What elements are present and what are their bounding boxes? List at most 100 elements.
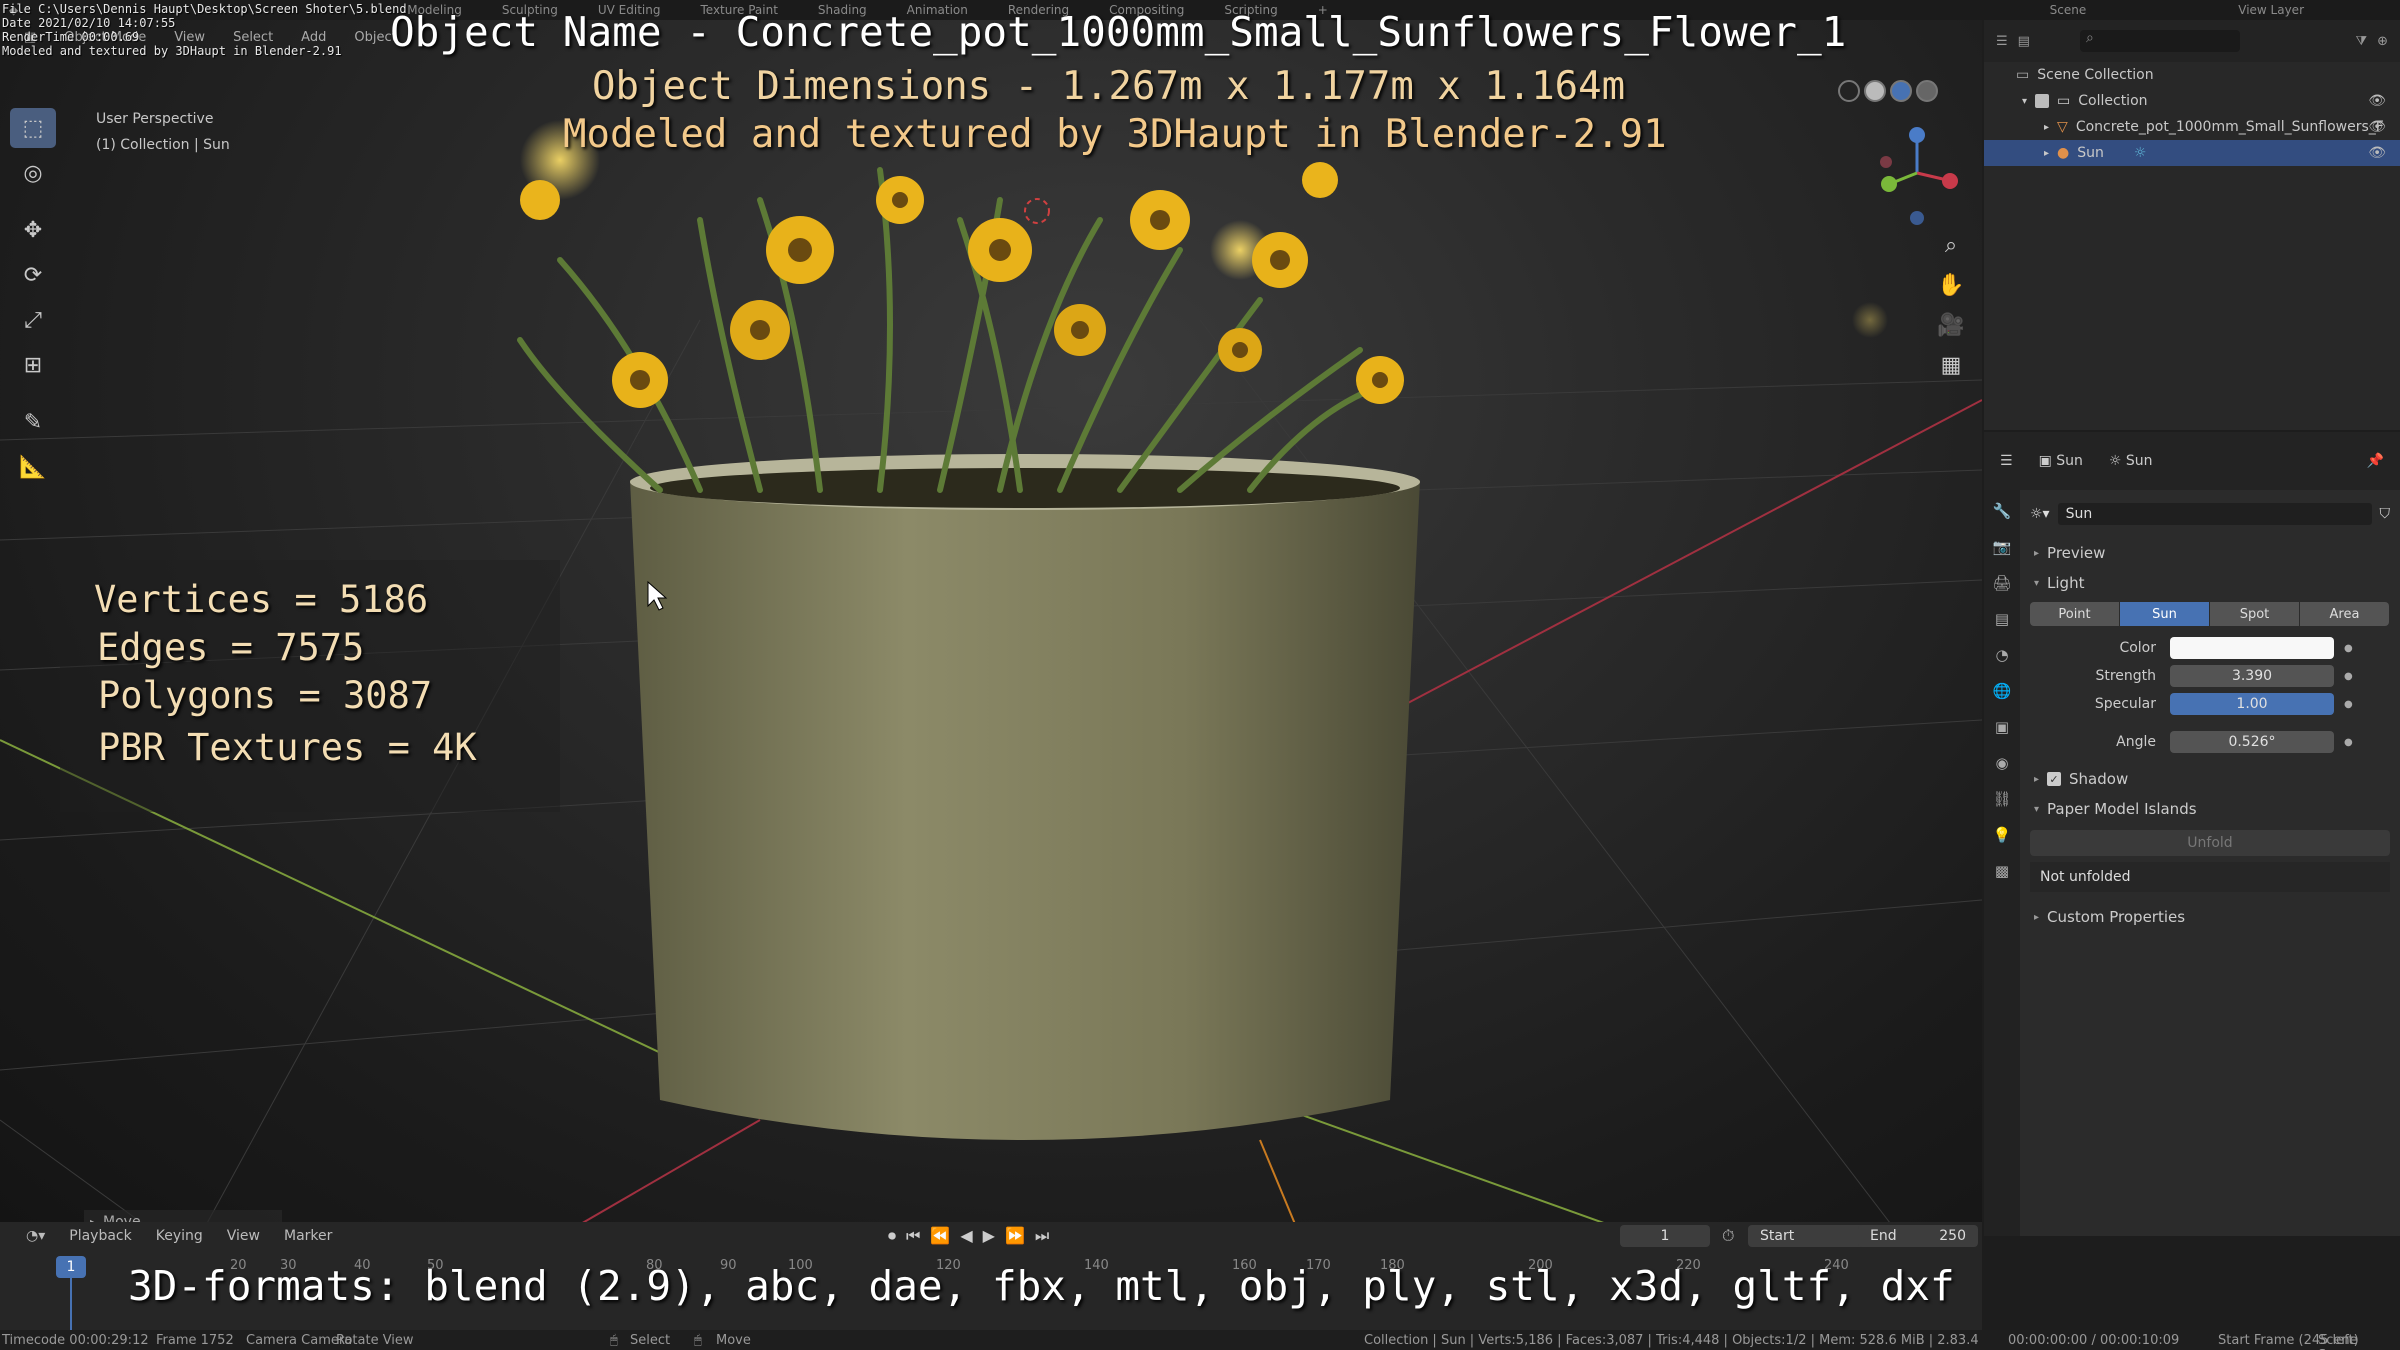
expand-triangle-icon[interactable]: ▸ [2044,148,2049,159]
light-data-tab-icon[interactable]: 💡 [1987,820,2017,850]
textures-stat: PBR Textures = 4K [98,726,477,769]
outliner-editor-icon[interactable]: ☰ [1996,34,2008,49]
scene-tab-icon[interactable]: ◔ [1987,640,2017,670]
exclude-checkbox[interactable] [2035,94,2050,108]
pan-hand-icon[interactable]: ✋ [1934,268,1968,302]
light-type-icon[interactable]: ☼▾ [2030,506,2050,522]
light-type-sun[interactable]: Sun [2120,602,2209,626]
menu-playback[interactable]: Playback [57,1228,143,1244]
visibility-eye-icon[interactable]: 👁 [2368,93,2386,109]
expand-triangle-icon[interactable]: ▸ [2044,122,2049,133]
panel-shadow[interactable]: ▸ ✓ Shadow [2020,764,2400,794]
datablock-name-field[interactable]: Sun [2057,503,2372,525]
playback-controls: ⏺ ⏮ ⏪ ◀ ▶ ⏩ ⏭ [888,1226,1049,1246]
outliner-item-collection[interactable]: ▾ ▭ Collection 👁 [1984,88,2400,114]
properties-header: ☰ ▣ Sun ☼ Sun 📌 [1984,432,2400,490]
visibility-eye-icon[interactable]: 👁 [2368,145,2386,161]
render-tab-icon[interactable]: 📷 [1987,532,2017,562]
fake-user-shield-icon[interactable]: ⛉ [2380,506,2391,522]
keyframe-dot-icon[interactable]: ● [2344,737,2353,748]
specular-slider[interactable]: 1.00 [2170,693,2334,715]
light-object-icon: ● [2057,145,2070,161]
color-swatch[interactable] [2170,637,2334,659]
scene-collection-icon: ▭ [2016,67,2030,83]
stopwatch-icon[interactable]: ⏱ [1722,1226,1734,1246]
outliner-item-pot[interactable]: ▸ ▽ Concrete_pot_1000mm_Small_Sunflowers… [1984,114,2400,140]
light-type-area[interactable]: Area [2300,602,2389,626]
collapse-triangle-icon: ▸ [2034,547,2040,559]
playhead-frame-indicator[interactable]: 1 [56,1256,86,1278]
expand-triangle-icon[interactable]: ▾ [2022,96,2027,107]
panel-paper-model[interactable]: ▾ Paper Model Islands [2020,794,2400,824]
play-reverse-icon[interactable]: ◀ [960,1226,972,1246]
current-frame-field[interactable]: 1 [1620,1225,1710,1247]
playhead[interactable] [70,1278,72,1330]
object-tab-icon[interactable]: ▣ [1987,712,2017,742]
ortho-grid-icon[interactable]: ▦ [1934,348,1968,382]
light-type-point[interactable]: Point [2030,602,2119,626]
3d-viewport[interactable]: ▣ Object Mode View Select Add Object ⬚ ◎… [0,20,1982,1236]
angle-row: Angle 0.526° ● [2020,728,2400,756]
move-hint: Move [716,1333,751,1348]
panel-preview-label: Preview [2047,544,2106,562]
new-collection-icon[interactable]: ⊕ [2377,34,2388,49]
record-icon[interactable]: ⏺ [888,1226,896,1246]
outliner-search-input[interactable]: ⌕ [2079,30,2240,52]
keyframe-dot-icon[interactable]: ● [2344,699,2353,710]
keyframe-dot-icon[interactable]: ● [2344,671,2353,682]
angle-field[interactable]: 0.526° [2170,731,2334,753]
panel-custom-properties[interactable]: ▸ Custom Properties [2020,902,2400,932]
world-tab-icon[interactable]: 🌐 [1987,676,2017,706]
panel-preview[interactable]: ▸ Preview [2020,538,2400,568]
play-icon[interactable]: ▶ [983,1226,995,1246]
edges-stat: Edges = 7575 [97,626,365,669]
collection-icon: ▭ [2057,93,2071,109]
select-box-tool-icon[interactable]: ⬚ [10,108,56,148]
tool-tab-icon[interactable]: 🔧 [1987,496,2017,526]
jump-start-icon[interactable]: ⏮ [906,1226,920,1246]
light-type-spot[interactable]: Spot [2210,602,2299,626]
3d-cursor-icon[interactable] [1024,198,1050,224]
prev-keyframe-icon[interactable]: ⏪ [930,1226,950,1246]
menu-marker[interactable]: Marker [272,1228,344,1244]
transform-tool-icon[interactable]: ⊞ [10,345,56,385]
timeline-editor-icon[interactable]: ◔▾ [14,1228,57,1244]
visibility-eye-icon[interactable]: 👁 [2368,119,2386,135]
playback-time: 00:00:00:00 / 00:00:10:09 [2008,1333,2180,1348]
collapse-triangle-icon: ▸ [2034,773,2040,785]
sun-data-icon: ☼ [2133,145,2147,161]
outliner: ☰ ▤ ⌕ ⧩ ⊕ ▭ Scene Collection ▾ ▭ Collect… [1984,20,2400,430]
physics-tab-icon[interactable]: ◉ [1987,748,2017,778]
filter-icon[interactable]: ⧩ [2355,34,2367,49]
output-tab-icon[interactable]: 🖨 [1987,568,2017,598]
texture-tab-icon[interactable]: ▩ [1987,856,2017,886]
menu-timeline-view[interactable]: View [215,1228,272,1244]
strength-field[interactable]: 3.390 [2170,665,2334,687]
outliner-item-sun[interactable]: ▸ ● Sun ☼ 👁 [1984,140,2400,166]
properties-editor-icon[interactable]: ☰ [2000,453,2013,469]
rotate-tool-icon[interactable]: ⟳ [10,255,56,295]
end-frame-field[interactable]: End 250 [1858,1225,1978,1247]
keyframe-dot-icon[interactable]: ● [2344,643,2353,654]
menu-keying[interactable]: Keying [144,1228,215,1244]
zoom-icon[interactable]: ⌕ [1934,228,1968,262]
select-hint: Select [630,1333,671,1348]
jump-end-icon[interactable]: ⏭ [1035,1226,1049,1246]
constraints-tab-icon[interactable]: ⛓ [1987,784,2017,814]
unfold-button[interactable]: Unfold [2030,830,2390,856]
cursor-tool-icon[interactable]: ◎ [10,153,56,193]
measure-tool-icon[interactable]: 📐 [10,447,56,487]
scale-tool-icon[interactable]: ⤢ [10,300,56,340]
unfold-label: Unfold [2187,835,2233,851]
move-tool-icon[interactable]: ✥ [10,210,56,250]
outliner-scene-collection[interactable]: ▭ Scene Collection [1984,62,2400,88]
view-layer-tab-icon[interactable]: ▤ [1987,604,2017,634]
next-keyframe-icon[interactable]: ⏩ [1005,1226,1025,1246]
camera-view-icon[interactable]: 🎥 [1934,308,1968,342]
display-mode-icon[interactable]: ▤ [2018,34,2030,49]
pin-icon[interactable]: 📌 [2367,453,2384,469]
panel-light[interactable]: ▾ Light [2020,568,2400,598]
shadow-checkbox[interactable]: ✓ [2047,772,2062,786]
annotate-tool-icon[interactable]: ✎ [10,402,56,442]
timecode-label: Timecode 00:00:29:12 [2,1333,149,1348]
